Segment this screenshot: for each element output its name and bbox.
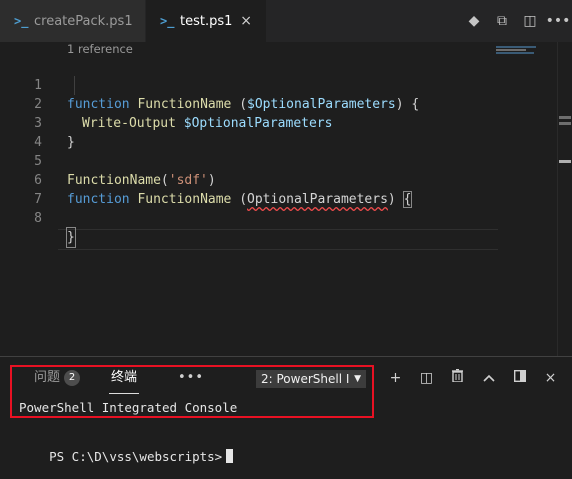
code-line: 1 function FunctionName ($OptionalParame… [0, 57, 500, 112]
current-line-highlight [58, 229, 498, 250]
annotation-highlight-box [10, 365, 374, 418]
trash-icon[interactable] [442, 368, 473, 388]
code-line: 2 Write-Output $OptionalParameters [0, 76, 500, 131]
powershell-icon: >_ [160, 14, 175, 28]
scroll-marker [559, 122, 571, 125]
split-terminal-icon[interactable]: ◫ [411, 368, 442, 388]
tab-label: createPack.ps1 [34, 13, 133, 29]
powershell-icon: >_ [14, 14, 29, 28]
terminal-cursor [226, 449, 234, 463]
code-line: 6 function FunctionName (OptionalParamet… [0, 152, 500, 208]
code-line: 8 } [0, 190, 500, 248]
code-line: 5 FunctionName('sdf') [0, 133, 500, 188]
new-terminal-icon[interactable]: + [380, 368, 411, 388]
terminal-prompt: PS C:\D\vss\webscripts> [49, 449, 223, 464]
codelens-references[interactable]: 1 reference [67, 42, 133, 56]
editor-actions: ◆ ⧉ ◫ ••• [460, 0, 572, 42]
scroll-marker [559, 116, 571, 119]
line-number: 8 [34, 211, 42, 226]
maximize-panel-icon[interactable] [473, 368, 504, 388]
terminal-prompt-line[interactable]: PS C:\D\vss\webscripts> [19, 434, 234, 479]
toggle-panel-layout-icon[interactable] [504, 368, 535, 388]
close-icon[interactable]: × [240, 13, 252, 29]
vertical-scrollbar[interactable] [557, 42, 572, 356]
code-editor[interactable]: 1 reference 1 function FunctionName ($Op… [0, 42, 572, 356]
more-icon[interactable]: ••• [544, 13, 572, 29]
editor-tab-bar: >_ createPack.ps1 >_ test.ps1 × ◆ ⧉ ◫ ••… [0, 0, 572, 42]
tab-test[interactable]: >_ test.ps1 × [146, 0, 266, 42]
open-preview-icon[interactable]: ⧉ [488, 13, 516, 29]
close-panel-icon[interactable]: × [535, 368, 566, 388]
matching-brace: } [66, 227, 76, 248]
git-compare-icon[interactable]: ◆ [460, 13, 488, 29]
code-line: 4 [0, 114, 500, 150]
tab-label: test.ps1 [180, 13, 233, 29]
scroll-marker [559, 160, 571, 163]
split-editor-icon[interactable]: ◫ [516, 13, 544, 29]
tab-createpack[interactable]: >_ createPack.ps1 [0, 0, 146, 42]
code-line: 3 } [0, 95, 500, 150]
minimap[interactable] [496, 46, 544, 60]
code-line: 7 [0, 171, 500, 207]
panel-actions: + ◫ × [380, 368, 566, 388]
